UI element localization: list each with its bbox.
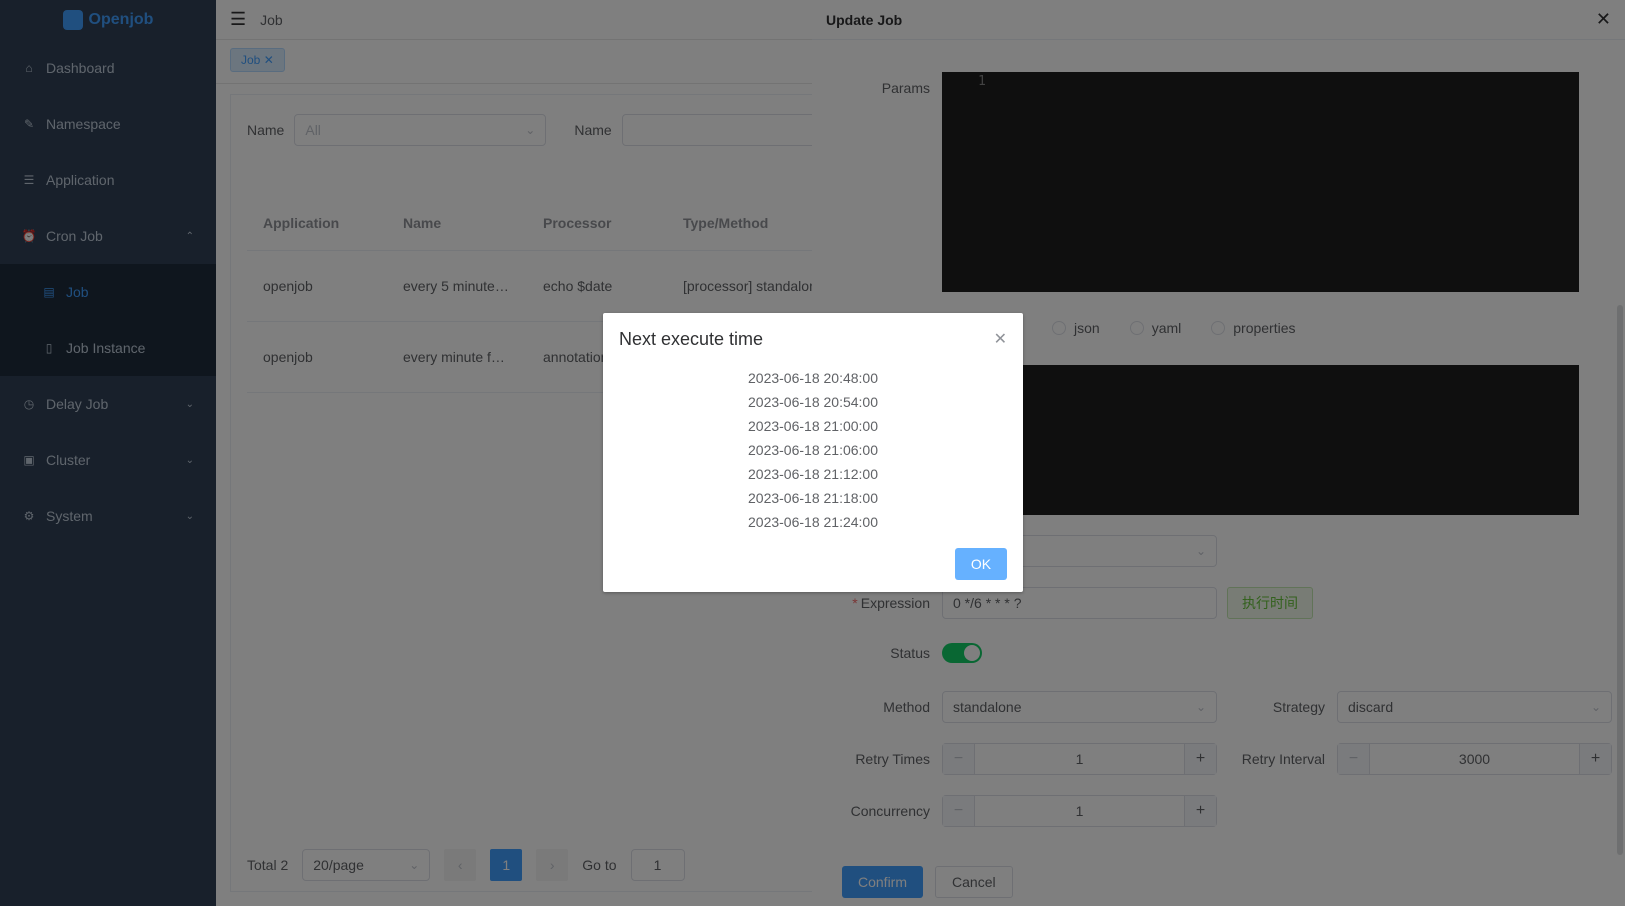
dialog-body: 2023-06-18 20:48:00 2023-06-18 20:54:00 …: [603, 360, 1023, 534]
execute-time-item: 2023-06-18 20:54:00: [748, 394, 878, 410]
dialog-title: Next execute time: [619, 329, 764, 349]
dialog-header: Next execute time ✕: [603, 313, 1023, 360]
close-icon[interactable]: ✕: [994, 329, 1007, 349]
ok-button[interactable]: OK: [955, 548, 1007, 580]
execute-time-item: 2023-06-18 20:48:00: [748, 370, 878, 386]
execute-time-item: 2023-06-18 21:06:00: [748, 442, 878, 458]
execute-time-item: 2023-06-18 21:24:00: [748, 514, 878, 530]
execute-time-item: 2023-06-18 21:00:00: [748, 418, 878, 434]
dialog-footer: OK: [955, 548, 1007, 580]
execute-time-item: 2023-06-18 21:12:00: [748, 466, 878, 482]
execute-time-item: 2023-06-18 21:18:00: [748, 490, 878, 506]
next-execute-time-dialog: Next execute time ✕ 2023-06-18 20:48:00 …: [603, 313, 1023, 592]
